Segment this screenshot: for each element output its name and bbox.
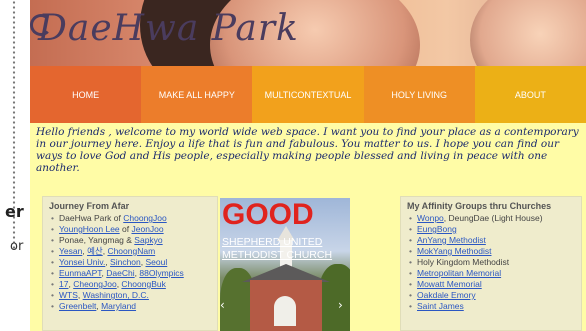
list-item-link[interactable]: ChoongJoo xyxy=(123,213,166,223)
list-item-link[interactable]: AnYang Methodist xyxy=(417,235,486,245)
bullet-icon: • xyxy=(51,268,54,278)
list-item-link[interactable]: Sapkyo xyxy=(134,235,162,245)
list-item-link[interactable]: ChoongNam xyxy=(107,246,155,256)
bullet-icon: • xyxy=(409,290,412,300)
bullet-icon: • xyxy=(51,301,54,311)
list-item-link[interactable]: Washington, D.C. xyxy=(83,290,149,300)
header-banner: DaeHwa Park xyxy=(30,0,586,66)
list-item-link[interactable]: YoungHoon Lee xyxy=(59,224,120,234)
bullet-icon: • xyxy=(51,224,54,234)
list-item-link[interactable]: Yonsei Univ. xyxy=(59,257,105,267)
list-item-link[interactable]: 예산 xyxy=(87,246,103,256)
bullet-icon: • xyxy=(409,301,412,311)
list-item-link[interactable]: Sinchon xyxy=(110,257,141,267)
bullet-icon: • xyxy=(409,279,412,289)
list-item: • EungBong xyxy=(409,224,581,235)
list-item: • Yonsei Univ., Sinchon, Seoul xyxy=(51,257,217,268)
affinity-list: • Wonpo, DeungDae (Light House) • EungBong… xyxy=(401,213,581,312)
journey-panel-title: Journey From Afar xyxy=(49,201,130,211)
bullet-icon: • xyxy=(409,235,412,245)
bullet-icon: • xyxy=(51,257,54,267)
list-item: • Greenbelt, Maryland xyxy=(51,301,217,312)
journey-panel: Journey From Afar • DaeHwa Park of Choong… xyxy=(42,196,218,331)
nav-item-multicontextual[interactable]: MULTICONTEXTUAL xyxy=(252,66,364,123)
list-item: • Oakdale Emory xyxy=(409,290,581,301)
list-item-link[interactable]: Seoul xyxy=(146,257,168,267)
nav-item-about[interactable]: ABOUT xyxy=(474,66,586,123)
list-item-link[interactable]: Maryland xyxy=(101,301,136,311)
journey-list: • DaeHwa Park of ChoongJoo • YoungHoon Lee… xyxy=(43,213,217,312)
list-item-link[interactable]: ChoongBuk xyxy=(121,279,165,289)
list-item: • Wonpo, DeungDae (Light House) xyxy=(409,213,581,224)
bullet-icon: • xyxy=(51,290,54,300)
list-item: • MokYang Methodist xyxy=(409,246,581,257)
banner-photo-face-right xyxy=(470,0,586,66)
list-item-link[interactable]: 88Olympics xyxy=(139,268,183,278)
nav-item-make-all-happy[interactable]: MAKE ALL HAPPY xyxy=(141,66,253,123)
list-item-link[interactable]: Mowatt Memorial xyxy=(417,279,482,289)
gallery-prev-icon[interactable]: ‹ xyxy=(220,298,232,314)
list-item: • AnYang Methodist xyxy=(409,235,581,246)
list-item-link[interactable]: EungBong xyxy=(417,224,457,234)
church-name-link[interactable]: SHEPHERD UNITED METHODIST CHURCH xyxy=(222,236,350,262)
list-item-link[interactable]: Metropolitan Memorial xyxy=(417,268,501,278)
list-item: • EunmaAPT, DaeChi, 88Olympics xyxy=(51,268,217,279)
site-title[interactable]: DaeHwa Park xyxy=(38,8,299,49)
list-item: • WTS, Washington, D.C. xyxy=(51,290,217,301)
list-item-link[interactable]: Greenbelt xyxy=(59,301,96,311)
list-item-link[interactable]: WTS xyxy=(59,290,78,300)
list-item-link[interactable]: Saint James xyxy=(417,301,464,311)
list-item-text: DaeHwa Park of xyxy=(59,213,124,223)
bullet-icon: • xyxy=(409,257,412,267)
list-item: • YoungHoon Lee of JeonJoo xyxy=(51,224,217,235)
list-item: • Yesan, 예산, ChoongNam xyxy=(51,246,217,257)
list-item-link[interactable]: Oakdale Emory xyxy=(417,290,476,300)
bullet-icon: • xyxy=(51,246,54,256)
list-item-link[interactable]: DaeChi xyxy=(106,268,134,278)
list-item-text: Ponae, Yangmag & xyxy=(59,235,135,245)
church-headline: GOOD xyxy=(222,198,314,231)
bullet-icon: • xyxy=(51,235,54,245)
bullet-icon: • xyxy=(409,246,412,256)
list-item-link[interactable]: JeonJoo xyxy=(131,224,163,234)
left-edge-fragment: er or xyxy=(0,0,30,331)
list-item-link[interactable]: EunmaAPT xyxy=(59,268,102,278)
list-item: • Metropolitan Memorial xyxy=(409,268,581,279)
list-item-text: Holy Kingdom Methodist xyxy=(417,257,510,267)
list-item: • 17, CheongJoo, ChoongBuk xyxy=(51,279,217,290)
list-item-text: , DeungDae (Light House) xyxy=(443,213,543,223)
bullet-icon: • xyxy=(409,268,412,278)
bullet-icon: • xyxy=(51,213,54,223)
edge-text-fragment-bottom: or xyxy=(10,239,24,254)
main-nav: HOME MAKE ALL HAPPY MULTICONTEXTUAL HOLY… xyxy=(30,66,586,123)
nav-item-home[interactable]: HOME xyxy=(30,66,142,123)
edge-text-fragment-top: er xyxy=(5,202,24,221)
church-gallery-image[interactable]: GOOD SHEPHERD UNITED METHODIST CHURCH ‹ … xyxy=(220,198,350,331)
list-item: • Mowatt Memorial xyxy=(409,279,581,290)
intro-paragraph: Hello friends , welcome to my world wide… xyxy=(36,126,579,174)
list-item-link[interactable]: Yesan xyxy=(59,246,82,256)
list-item: • Ponae, Yangmag & Sapkyo xyxy=(51,235,217,246)
list-item: • DaeHwa Park of ChoongJoo xyxy=(51,213,217,224)
list-item-link[interactable]: MokYang Methodist xyxy=(417,246,492,256)
list-item-link[interactable]: Wonpo xyxy=(417,213,444,223)
website-frame: DaeHwa Park HOME MAKE ALL HAPPY MULTICON… xyxy=(30,0,586,331)
gallery-next-icon[interactable]: › xyxy=(338,298,350,314)
list-item-link[interactable]: CheongJoo xyxy=(73,279,116,289)
affinity-panel-title: My Affinity Groups thru Churches xyxy=(407,201,552,211)
list-item: • Holy Kingdom Methodist xyxy=(409,257,581,268)
nav-item-holy-living[interactable]: HOLY LIVING xyxy=(363,66,475,123)
church-window xyxy=(274,296,296,326)
list-item-text: of xyxy=(119,224,132,234)
affinity-panel: My Affinity Groups thru Churches • Wonpo,… xyxy=(400,196,582,331)
bullet-icon: • xyxy=(409,213,412,223)
bullet-icon: • xyxy=(51,279,54,289)
list-item: • Saint James xyxy=(409,301,581,312)
bullet-icon: • xyxy=(409,224,412,234)
